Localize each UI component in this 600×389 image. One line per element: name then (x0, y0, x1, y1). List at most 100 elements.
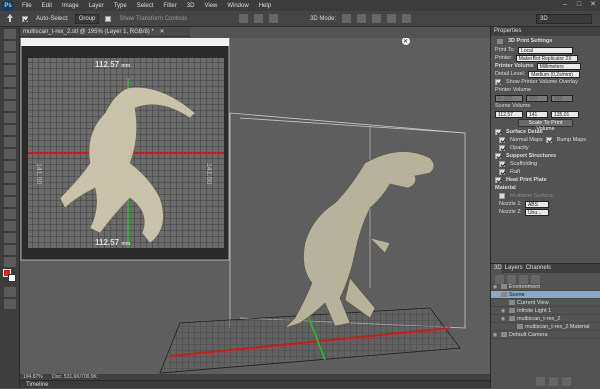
print-to-dropdown[interactable]: Local (518, 46, 574, 54)
layer-scene[interactable]: ◉ Scene (491, 291, 600, 299)
gradient-tool[interactable] (4, 161, 16, 171)
tab-layers[interactable]: Layers (501, 264, 523, 273)
quick-select-tool[interactable] (4, 65, 16, 75)
workspace-dropdown[interactable]: 3D (536, 14, 592, 24)
zoom-tool[interactable] (4, 257, 16, 267)
menu-layer[interactable]: Layer (84, 3, 109, 9)
show-overlay-checkbox[interactable] (495, 79, 501, 85)
photoshop-logo: Ps (2, 0, 14, 11)
detail-level-dropdown[interactable]: Medium (0,2s/mm) (528, 70, 581, 78)
close-tab-icon[interactable]: ✕ (159, 29, 164, 35)
brush-tool[interactable] (4, 113, 16, 123)
menu-window[interactable]: Window (222, 3, 253, 9)
menu-select[interactable]: Select (132, 3, 159, 9)
layer-infinite-light[interactable]: ◉ Infinite Light 1 (491, 307, 600, 315)
sv-x-field[interactable]: 112,57 (495, 110, 523, 118)
rotate-3d-icon[interactable] (342, 14, 352, 23)
blur-tool[interactable] (4, 173, 16, 183)
maximize-button[interactable]: □ (574, 1, 584, 9)
multitone-checkbox[interactable] (499, 193, 505, 199)
align-middle-icon[interactable] (254, 14, 264, 23)
nozzle-2-dropdown[interactable]: Unu... (524, 208, 549, 216)
properties-tab[interactable]: Properties (491, 27, 600, 36)
auto-select-checkbox[interactable] (22, 15, 28, 22)
visibility-eye-icon[interactable]: ◉ (491, 332, 499, 338)
sv-z-field[interactable]: 135,01 (551, 110, 579, 118)
render-icon[interactable] (549, 377, 558, 386)
layer-current-view[interactable]: Current View (491, 299, 600, 307)
menu-3d[interactable]: 3D (182, 3, 200, 9)
support-structures-checkbox[interactable] (495, 153, 501, 159)
normal-maps-checkbox[interactable] (499, 137, 505, 143)
new-light-icon[interactable] (536, 377, 545, 386)
roll-3d-icon[interactable] (357, 14, 367, 23)
close-window-button[interactable]: ✕ (588, 1, 598, 9)
marquee-tool[interactable] (4, 41, 16, 51)
visibility-eye-icon[interactable]: ◉ (491, 284, 499, 290)
menu-view[interactable]: View (199, 3, 222, 9)
opacity-checkbox[interactable] (499, 145, 505, 151)
tab-channels[interactable]: Channels (522, 264, 552, 273)
visibility-eye-icon[interactable]: ◉ (499, 308, 507, 314)
scaffolding-checkbox[interactable] (499, 161, 505, 167)
layer-material[interactable]: multiscan_t-rex_2 Material (491, 323, 600, 331)
align-top-icon[interactable] (239, 14, 249, 23)
visibility-eye-icon[interactable]: ◉ (499, 316, 507, 322)
material-label: Material (495, 185, 516, 191)
menu-filter[interactable]: Filter (158, 3, 181, 9)
clone-stamp-tool[interactable] (4, 125, 16, 135)
units-dropdown[interactable]: Millimeters (536, 62, 581, 70)
sv-y-field[interactable]: 141 (526, 110, 548, 118)
slide-3d-icon[interactable] (387, 14, 397, 23)
move-tool-icon[interactable] (4, 13, 16, 24)
menu-file[interactable]: File (17, 3, 37, 9)
document-tab[interactable]: multiscan_t-rex_2.stl @ 195% (Layer 1, R… (20, 27, 190, 37)
crop-tool[interactable] (4, 77, 16, 87)
healing-tool[interactable] (4, 101, 16, 111)
preview-right-measure: 141.00 (205, 163, 212, 185)
options-bar: Auto-Select: Group Show Transform Contro… (0, 11, 600, 27)
printer-volume-label: Printer Volume (495, 63, 534, 69)
menu-type[interactable]: Type (109, 3, 132, 9)
show-transform-checkbox[interactable] (105, 15, 112, 22)
shape-tool[interactable] (4, 233, 16, 243)
lasso-tool[interactable] (4, 53, 16, 63)
background-color-swatch[interactable] (8, 274, 16, 282)
3d-viewport[interactable]: ✕ 112.57 mm 112.57 mm 141.00 141.00 (20, 38, 490, 374)
screen-mode-tool[interactable] (4, 299, 16, 309)
path-selection-tool[interactable] (4, 221, 16, 231)
scale-to-print-volume-button[interactable]: Scale To Print Volume (518, 119, 573, 132)
visibility-eye-icon[interactable]: ◉ (491, 292, 499, 298)
menu-help[interactable]: Help (254, 3, 276, 9)
move-tool[interactable] (4, 29, 16, 39)
nozzle-1-dropdown[interactable]: ABS (524, 200, 549, 208)
surface-detail-checkbox[interactable] (495, 129, 501, 135)
quick-mask-tool[interactable] (4, 287, 16, 297)
tab-3d[interactable]: 3D (491, 264, 502, 273)
dodge-tool[interactable] (4, 185, 16, 195)
eraser-tool[interactable] (4, 149, 16, 159)
layer-label: multiscan_t-rex_2 Material (525, 323, 590, 330)
bump-maps-checkbox[interactable] (545, 137, 552, 143)
timeline-tab[interactable]: Timeline (20, 380, 490, 388)
hand-tool[interactable] (4, 245, 16, 255)
eyedropper-tool[interactable] (4, 89, 16, 99)
layer-environment[interactable]: ◉ Environment (491, 283, 600, 291)
menu-edit[interactable]: Edit (37, 3, 57, 9)
pan-3d-icon[interactable] (372, 14, 382, 23)
pen-tool[interactable] (4, 197, 16, 207)
printer-dropdown[interactable]: MakerBot Replicator 2X (515, 54, 578, 62)
minimize-button[interactable]: – (560, 1, 570, 9)
auto-select-dropdown[interactable]: Group (74, 13, 100, 24)
raft-checkbox[interactable] (499, 169, 505, 175)
scale-3d-icon[interactable] (402, 14, 412, 23)
heat-plate-checkbox[interactable] (495, 177, 501, 183)
camera-icon (509, 300, 515, 305)
align-bottom-icon[interactable] (269, 14, 279, 23)
type-tool[interactable] (4, 209, 16, 219)
layer-default-camera[interactable]: ◉ Default Camera (491, 331, 600, 339)
menu-image[interactable]: Image (57, 3, 84, 9)
layer-mesh[interactable]: ◉ multiscan_t-rex_2 (491, 315, 600, 323)
trash-icon[interactable] (562, 377, 571, 386)
history-brush-tool[interactable] (4, 137, 16, 147)
